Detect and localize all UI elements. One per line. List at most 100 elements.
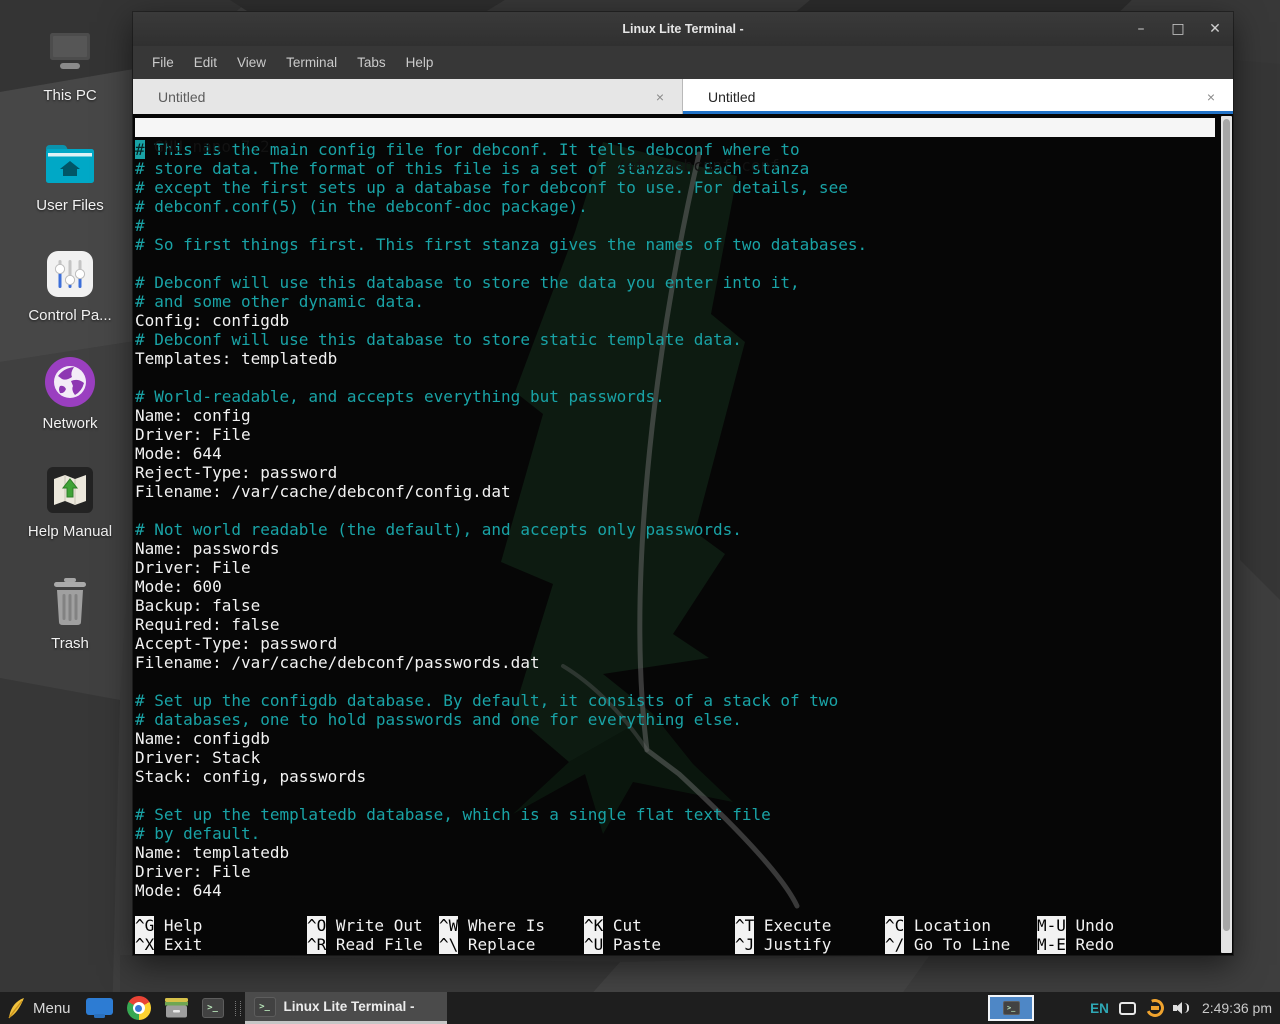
nano-shortcut: ^T Execute <box>735 916 831 935</box>
desktop-icon-label: Control Pa... <box>28 307 111 324</box>
network-globe-icon <box>44 354 96 410</box>
nano-shortcut: M-U Undo <box>1037 916 1114 935</box>
shortcut-key: ^W <box>439 916 458 935</box>
terminal-line: # Set up the configdb database. By defau… <box>135 691 1215 710</box>
nano-buffer: # This is the main config file for debco… <box>135 140 1215 900</box>
task-button-terminal[interactable]: >_ Linux Lite Terminal - <box>245 992 447 1024</box>
shortcut-key: ^/ <box>885 935 904 954</box>
terminal-line: Driver: File <box>135 425 1215 444</box>
terminal-line: # and some other dynamic data. <box>135 292 1215 311</box>
menu-tabs[interactable]: Tabs <box>347 49 396 76</box>
start-menu-label: Menu <box>33 1000 71 1017</box>
terminal-icon: >_ <box>254 997 276 1017</box>
chrome-icon <box>127 996 151 1020</box>
terminal-line: Required: false <box>135 615 1215 634</box>
terminal-line: Config: configdb <box>135 311 1215 330</box>
terminal-line <box>135 786 1215 805</box>
menu-help[interactable]: Help <box>396 49 444 76</box>
maximize-button[interactable]: □ <box>1170 22 1186 36</box>
nano-shortcut: ^R Read File <box>307 935 423 954</box>
terminal-line: # World-readable, and accepts everything… <box>135 387 1215 406</box>
shortcut-key: ^U <box>584 935 603 954</box>
shortcut-key: ^R <box>307 935 326 954</box>
desktop-icon-network[interactable]: Network <box>10 354 130 432</box>
desktop-icon-user-files[interactable]: User Files <box>10 136 130 214</box>
control-panel-icon <box>46 246 94 302</box>
nano-shortcut: M-E Redo <box>1037 935 1114 954</box>
desktop-icon-label: This PC <box>43 87 96 104</box>
desktop-icon-help-manual[interactable]: Help Manual <box>10 462 130 540</box>
nano-shortcut: ^O Write Out <box>307 916 423 935</box>
terminal-icon: >_ <box>1003 1001 1020 1015</box>
terminal-line: Driver: Stack <box>135 748 1215 767</box>
terminal-line: # Not world readable (the default), and … <box>135 520 1215 539</box>
nano-shortcut: ^W Where Is <box>439 916 545 935</box>
desktop-icon-this-pc[interactable]: This PC <box>10 26 130 104</box>
workspace-switcher[interactable]: >_ <box>988 995 1034 1021</box>
language-indicator[interactable]: EN <box>1090 1001 1109 1016</box>
terminal-screen[interactable]: GNU nano 7.2 /etc/debconf.conf # This is… <box>133 114 1233 955</box>
nano-shortcut: ^J Justify <box>735 935 831 954</box>
tab-close-icon[interactable]: × <box>1203 89 1219 105</box>
terminal-line <box>135 368 1215 387</box>
terminal-line: Name: config <box>135 406 1215 425</box>
nano-shortcut-row-1: ^G Help^O Write Out^W Where Is^K Cut^T E… <box>135 916 1215 935</box>
updates-icon[interactable] <box>1145 998 1165 1018</box>
start-menu-button[interactable]: Menu <box>0 992 79 1024</box>
close-button[interactable]: ✕ <box>1207 22 1223 36</box>
shortcut-key: ^X <box>135 935 154 954</box>
menu-bar: File Edit View Terminal Tabs Help <box>133 46 1233 79</box>
terminal-line: # Debconf will use this database to stor… <box>135 330 1215 349</box>
tab-bar: Untitled × Untitled × <box>133 79 1233 114</box>
desktop-icon-trash[interactable]: Trash <box>10 574 130 652</box>
menu-edit[interactable]: Edit <box>184 49 227 76</box>
terminal-line: Mode: 644 <box>135 881 1215 900</box>
terminal-line: Filename: /var/cache/debconf/passwords.d… <box>135 653 1215 672</box>
nano-shortcut: ^K Cut <box>584 916 642 935</box>
file-manager-launcher[interactable] <box>158 992 195 1024</box>
nano-shortcut: ^\ Replace <box>439 935 535 954</box>
terminal-line: Stack: config, passwords <box>135 767 1215 786</box>
menu-terminal[interactable]: Terminal <box>276 49 347 76</box>
minimize-button[interactable]: – <box>1133 22 1149 36</box>
tab-untitled-1[interactable]: Untitled × <box>133 79 683 114</box>
menu-view[interactable]: View <box>227 49 276 76</box>
nano-filename: /etc/debconf.conf <box>616 156 780 175</box>
archive-box-icon <box>165 998 188 1018</box>
terminal-line: Backup: false <box>135 596 1215 615</box>
shortcut-key: ^\ <box>439 935 458 954</box>
terminal-line: Filename: /var/cache/debconf/config.dat <box>135 482 1215 501</box>
volume-icon[interactable] <box>1173 1001 1190 1015</box>
display-icon[interactable] <box>1119 1002 1136 1015</box>
terminal-line: # except the first sets up a database fo… <box>135 178 1215 197</box>
terminal-launcher[interactable]: >_ <box>195 992 231 1024</box>
shortcut-key: ^C <box>885 916 904 935</box>
update-dash <box>1151 1006 1159 1010</box>
terminal-line <box>135 672 1215 691</box>
window-controls: – □ ✕ <box>1133 12 1223 46</box>
tab-untitled-2[interactable]: Untitled × <box>683 79 1233 114</box>
nano-shortcut: ^X Exit <box>135 935 202 954</box>
terminal-line: # <box>135 216 1215 235</box>
terminal-line: Templates: templatedb <box>135 349 1215 368</box>
terminal-line: # Set up the templatedb database, which … <box>135 805 1215 824</box>
tab-close-icon[interactable]: × <box>652 89 668 105</box>
this-pc-icon <box>43 26 97 82</box>
terminal-line: Driver: File <box>135 558 1215 577</box>
desktop-icon-label: Trash <box>51 635 89 652</box>
clock: 2:49:36 pm <box>1202 1000 1272 1016</box>
nano-shortcut-row-2: ^X Exit^R Read File^\ Replace^U Paste^J … <box>135 935 1215 954</box>
desktop-launcher[interactable] <box>79 992 120 1024</box>
taskbar-separator-handle[interactable] <box>235 1001 241 1016</box>
scrollbar-thumb[interactable] <box>1223 119 1230 931</box>
tab-label: Untitled <box>133 89 205 105</box>
terminal-scrollbar[interactable] <box>1221 116 1232 953</box>
terminal-line: # So first things first. This first stan… <box>135 235 1215 254</box>
tab-label: Untitled <box>683 89 755 105</box>
menu-file[interactable]: File <box>142 49 184 76</box>
desktop-icon-control-panel[interactable]: Control Pa... <box>10 246 130 324</box>
terminal-line: # Debconf will use this database to stor… <box>135 273 1215 292</box>
chrome-launcher[interactable] <box>120 992 158 1024</box>
terminal-line: Driver: File <box>135 862 1215 881</box>
window-titlebar[interactable]: Linux Lite Terminal - – □ ✕ <box>133 12 1233 46</box>
